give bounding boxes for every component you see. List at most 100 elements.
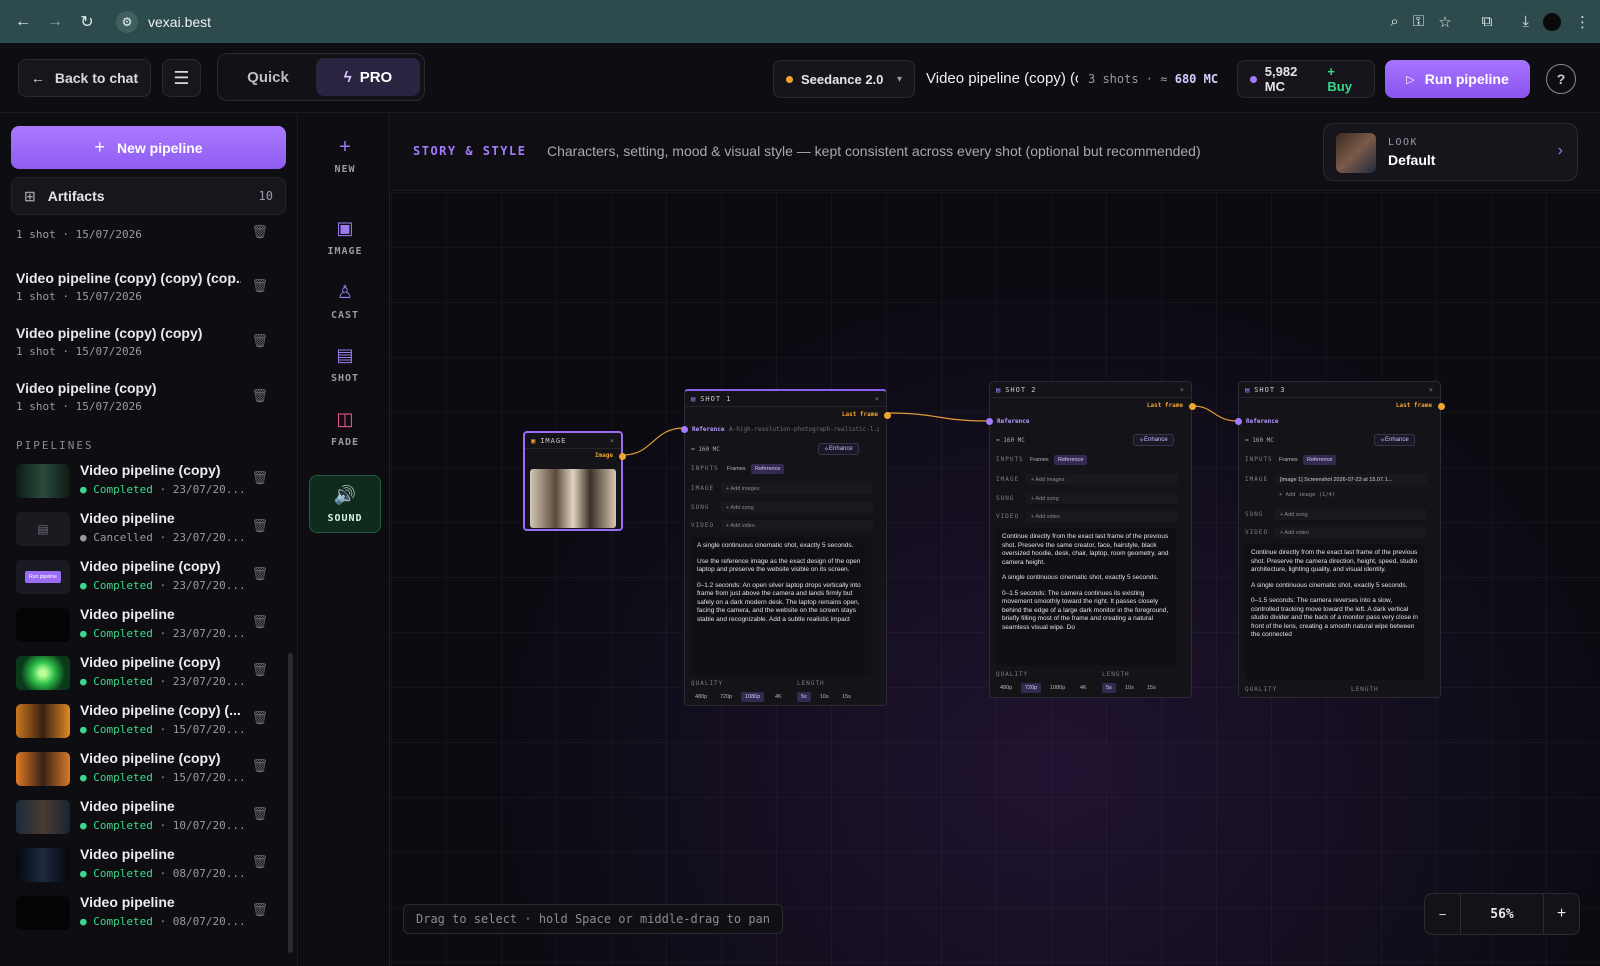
tool-new[interactable]: + NEW <box>309 127 381 183</box>
pipeline-item[interactable]: Video pipeline (copy) ● Completed · 23/0… <box>16 462 276 506</box>
pipeline-item[interactable]: Video pipeline ● Completed · 10/07/20...… <box>16 798 276 842</box>
back-arrow-icon[interactable]: ← <box>10 9 36 35</box>
enhance-button[interactable]: ✧ Enhance <box>1133 434 1174 446</box>
add-song-field[interactable]: + Add song <box>721 502 873 513</box>
close-icon[interactable]: × <box>875 395 880 403</box>
add-video-field[interactable]: + Add video <box>1275 527 1427 538</box>
pipeline-item[interactable]: Video pipeline ● Completed · 08/07/20...… <box>16 894 276 938</box>
trash-icon[interactable]: 🗑 <box>251 902 268 918</box>
new-pipeline-button[interactable]: + New pipeline <box>11 126 286 169</box>
last-frame-port[interactable] <box>884 412 891 419</box>
pipeline-canvas[interactable]: ▣ IMAGE × Image ▤ SHOT 1 × Last frame Re… <box>391 192 1600 966</box>
trash-icon[interactable]: 🗑 <box>251 710 268 726</box>
tab-frames[interactable]: Frames <box>723 464 750 474</box>
quality-option[interactable]: 720p <box>716 692 736 702</box>
trash-icon[interactable]: 🗑 <box>251 614 268 630</box>
look-selector[interactable]: LOOK Default › <box>1323 123 1578 181</box>
address-bar[interactable]: ⚙ vexai.best <box>116 7 1390 37</box>
menu-button[interactable]: ☰ <box>162 59 201 97</box>
trash-icon[interactable]: 🗑 <box>251 854 268 870</box>
length-option[interactable]: 10s <box>1121 683 1138 693</box>
shot-prompt[interactable]: Continue directly from the exact last fr… <box>996 528 1176 666</box>
run-pipeline-button[interactable]: ▷ Run pipeline <box>1385 60 1530 98</box>
trash-icon[interactable]: 🗑 <box>251 566 268 582</box>
length-option-selected[interactable]: 5s <box>1102 683 1116 693</box>
site-settings-icon[interactable]: ⚙ <box>116 10 138 33</box>
close-icon[interactable]: × <box>610 437 615 445</box>
add-video-field[interactable]: + Add video <box>1026 511 1178 522</box>
tool-sound[interactable]: 🔊 SOUND <box>309 475 381 533</box>
star-icon[interactable]: ☆ <box>1438 13 1451 31</box>
add-song-field[interactable]: + Add song <box>1275 509 1427 520</box>
pipeline-item[interactable]: ▤ Video pipeline ● Cancelled · 23/07/20.… <box>16 510 276 554</box>
length-option-selected[interactable]: 5s <box>797 692 811 702</box>
enhance-button[interactable]: ✧ Enhance <box>1374 434 1415 446</box>
history-item[interactable]: Video pipeline (copy) (copy) 1 shot · 15… <box>16 325 276 369</box>
trash-icon[interactable]: 🗑 <box>251 470 268 486</box>
add-image-count[interactable]: + Add image (1/4) <box>1279 492 1335 498</box>
zoom-in-button[interactable]: + <box>1543 894 1579 934</box>
trash-icon[interactable]: 🗑 <box>251 333 268 349</box>
shot-prompt[interactable]: A single continuous cinematic shot, exac… <box>691 537 871 675</box>
pipeline-item[interactable]: Video pipeline (copy) ● Completed · 15/0… <box>16 750 276 794</box>
balance-pill[interactable]: 5,982 MC + Buy <box>1237 60 1375 98</box>
length-option[interactable]: 15s <box>1143 683 1160 693</box>
download-icon[interactable]: ⤓ <box>1522 13 1529 30</box>
sidebar-scrollbar[interactable] <box>288 653 293 953</box>
quality-option[interactable]: 480p <box>996 683 1016 693</box>
attached-image-field[interactable]: [image 1] Screenshot 2026-07-23 at 15.07… <box>1275 474 1427 485</box>
trash-icon[interactable]: 🗑 <box>251 278 268 294</box>
tab-reference[interactable]: Reference <box>751 464 785 474</box>
history-item[interactable]: Video pipeline (copy) (copy) (cop... 1 s… <box>16 270 276 314</box>
shot-node-3[interactable]: ▤ SHOT 3 × Last frame Reference ≈ 160 MC… <box>1235 381 1445 698</box>
pipeline-item[interactable]: Video pipeline ● Completed · 08/07/20...… <box>16 846 276 890</box>
mode-quick[interactable]: Quick <box>222 58 314 96</box>
tool-image[interactable]: ▣ IMAGE <box>309 209 381 265</box>
trash-icon[interactable]: 🗑 <box>251 662 268 678</box>
quality-option-selected[interactable]: 720p <box>1021 683 1042 693</box>
tool-shot[interactable]: ▤ SHOT <box>309 336 381 392</box>
tool-cast[interactable]: ♙ CAST <box>309 273 381 329</box>
quality-option[interactable]: 4K <box>771 692 786 702</box>
shot-node-1[interactable]: ▤ SHOT 1 × Last frame Reference A-high-r… <box>681 389 891 706</box>
tab-frames[interactable]: Frames <box>1026 455 1053 465</box>
history-item[interactable]: Video pipeline (copy) 1 shot · 15/07/202… <box>16 380 276 424</box>
history-item[interactable]: 1 shot · 15/07/2026 🗑 <box>16 224 276 268</box>
length-option[interactable]: 10s <box>816 692 833 702</box>
trash-icon[interactable]: 🗑 <box>251 224 268 240</box>
close-icon[interactable]: × <box>1180 386 1185 394</box>
shot-node-2[interactable]: ▤ SHOT 2 × Last frame Reference ≈ 160 MC… <box>986 381 1196 698</box>
artifacts-button[interactable]: ⊞ Artifacts 10 <box>11 177 286 215</box>
add-images-field[interactable]: + Add images <box>721 483 873 494</box>
quality-option[interactable]: 4K <box>1076 683 1091 693</box>
model-select[interactable]: Seedance 2.0 ▾ <box>773 60 915 98</box>
add-video-field[interactable]: + Add video <box>721 520 873 531</box>
image-output-port[interactable] <box>619 453 626 460</box>
key-icon[interactable]: ⚿ <box>1413 13 1424 30</box>
mode-pro[interactable]: ϟ PRO <box>316 58 420 96</box>
trash-icon[interactable]: 🗑 <box>251 806 268 822</box>
quality-option[interactable]: 1080p <box>1046 683 1069 693</box>
profile-avatar[interactable] <box>1543 12 1561 31</box>
reference-port[interactable] <box>986 418 993 425</box>
tab-frames[interactable]: Frames <box>1275 455 1302 465</box>
reload-icon[interactable]: ↻ <box>74 9 100 35</box>
trash-icon[interactable]: 🗑 <box>251 388 268 404</box>
pipeline-item[interactable]: Video pipeline (copy) (... ● Completed ·… <box>16 702 276 746</box>
more-icon[interactable]: ⋮ <box>1575 13 1590 31</box>
buy-link[interactable]: + Buy <box>1327 64 1362 94</box>
add-song-field[interactable]: + Add song <box>1026 493 1178 504</box>
trash-icon[interactable]: 🗑 <box>251 758 268 774</box>
zoom-out-button[interactable]: − <box>1425 894 1461 934</box>
last-frame-port[interactable] <box>1189 403 1196 410</box>
pipeline-title[interactable]: Video pipeline (copy) (c <box>926 70 1078 87</box>
help-button[interactable]: ? <box>1546 64 1576 94</box>
reference-port[interactable] <box>681 426 688 433</box>
extensions-icon[interactable]: ⧉ <box>1482 13 1493 30</box>
forward-arrow-icon[interactable]: → <box>42 9 68 35</box>
image-node[interactable]: ▣ IMAGE × Image <box>523 431 626 531</box>
tab-reference[interactable]: Reference <box>1303 455 1337 465</box>
quality-option-selected[interactable]: 1080p <box>741 692 765 702</box>
tab-reference[interactable]: Reference <box>1054 455 1088 465</box>
last-frame-port[interactable] <box>1438 403 1445 410</box>
